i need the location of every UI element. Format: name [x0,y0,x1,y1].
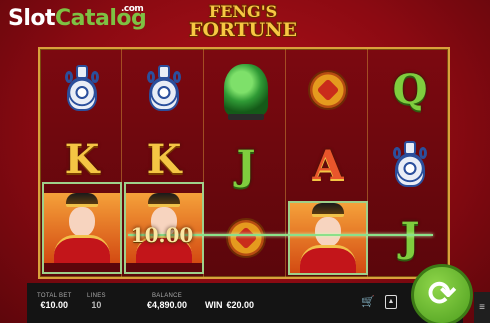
logo-line2: FORTUNE [188,19,298,41]
k-symbol: K [146,136,182,183]
total-bet[interactable]: TOTAL BET €10.00 [37,293,72,310]
cart-icon[interactable]: 🛒 [359,294,377,310]
symbol-coin [288,53,368,127]
balance-value: €4,890.00 [147,300,188,310]
lady-icon [290,203,366,273]
gold-coin-icon [226,218,266,258]
watermark-slot: Slot [8,6,56,31]
header: SlotCatalog .com FENG'S FORTUNE [0,0,490,44]
k-symbol: K [64,136,100,183]
bet-icon[interactable]: ▲ [385,295,397,309]
lines-value: 10 [91,300,102,310]
gold-coin-icon [308,70,348,110]
slotcatalog-watermark: SlotCatalog .com [8,4,147,31]
symbol-lady-winning [42,182,122,274]
game-logo: FENG'S FORTUNE [183,2,303,44]
reel-grid: K K J A Q J [38,47,450,279]
reel-1: K [42,49,122,277]
symbol-vase [124,53,204,127]
q-symbol: Q [392,66,428,113]
symbol-coin [206,201,286,275]
j-symbol: J [236,142,256,189]
lady-icon [44,193,120,263]
jade-dragon-icon [224,64,268,120]
watermark-com: .com [121,4,144,14]
total-bet-label: TOTAL BET [37,293,72,299]
a-symbol: A [312,142,344,189]
symbol-a: A [288,129,368,203]
win-value: €20.00 [226,300,255,310]
blue-vase-icon [393,141,427,191]
win-label: WIN [205,300,223,310]
symbol-dragon [206,53,286,127]
symbol-j: J [206,129,286,203]
settings-icon[interactable]: ≡ [474,292,490,323]
reel-4: A [288,49,368,277]
lines: LINES 10 [87,293,106,310]
refresh-icon: ⟳ [427,275,457,313]
total-bet-value: €10.00 [40,300,69,310]
spin-button[interactable]: ⟳ [411,264,473,323]
win-display: WIN €20.00 [205,300,254,310]
balance-label: BALANCE [151,293,183,299]
symbol-vase [42,53,122,127]
blue-vase-icon [147,65,181,115]
reel-3: J [206,49,286,277]
bottom-bar: TOTAL BET €10.00 LINES 10 BALANCE €4,890… [27,283,463,323]
lines-label: LINES [87,293,106,299]
symbol-q: Q [370,53,450,127]
blue-vase-icon [65,65,99,115]
j-symbol: J [400,214,420,261]
balance: BALANCE €4,890.00 [147,293,187,310]
reel-5: Q J [370,49,450,277]
symbol-lady-winning [288,201,368,275]
win-overlay-amount: 10.00 [130,223,194,247]
symbol-vase [370,129,450,203]
logo-line1: FENG'S [208,2,278,21]
